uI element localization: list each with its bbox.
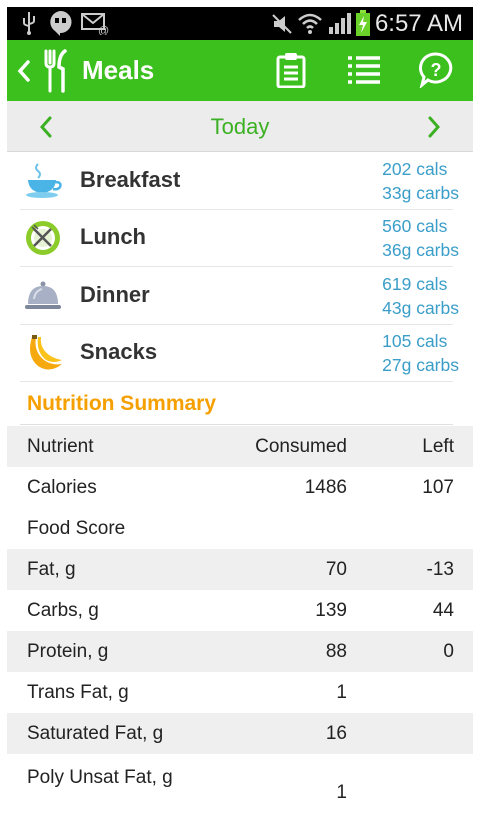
nutrient-name: Poly Unsat Fat, g (27, 767, 173, 788)
nutrient-name: Fat, g (27, 559, 76, 580)
nutrient-left: -13 (426, 559, 454, 580)
cloche-icon (25, 281, 61, 309)
nutrient-left: 0 (443, 641, 454, 662)
table-row: Trans Fat, g 1 (7, 672, 473, 713)
svg-text:?: ? (431, 60, 442, 80)
meal-name: Lunch (80, 224, 146, 249)
divider (20, 424, 453, 425)
meal-carbs: 33g carbs (382, 183, 459, 203)
table-row: Fat, g 70 -13 (7, 549, 473, 590)
date-navigation: Today (7, 101, 473, 152)
table-row: Food Score (7, 508, 473, 549)
status-time: 6:57 AM (374, 10, 463, 37)
meal-totals: 202 cals 33g carbs (382, 157, 459, 205)
clipboard-icon[interactable] (275, 52, 307, 88)
meal-row-dinner[interactable]: Dinner 619 cals 43g carbs (20, 267, 459, 325)
plate-utensils-icon (26, 221, 60, 255)
table-header: Nutrient Consumed Left (7, 426, 473, 467)
meal-name: Snacks (80, 339, 158, 364)
page-title: Meals (82, 55, 155, 85)
battery-charging-icon (356, 10, 370, 36)
meal-calories: 105 cals (382, 331, 448, 351)
list-icon[interactable] (347, 55, 381, 85)
meal-carbs: 43g carbs (382, 298, 459, 318)
meal-carbs: 27g carbs (382, 355, 459, 375)
nutrient-consumed: 88 (325, 641, 347, 662)
usb-icon (23, 12, 35, 35)
table-row: Carbs, g 139 44 (7, 590, 473, 631)
nutrient-name: Carbs, g (27, 600, 99, 621)
nutrient-left: 107 (422, 477, 454, 498)
meal-row-lunch[interactable]: Lunch 560 cals 36g carbs (20, 209, 459, 267)
nutrient-consumed: 70 (325, 559, 347, 580)
nutrient-consumed: 1486 (304, 477, 347, 498)
status-bar: @ 6:57 AM (7, 7, 473, 40)
meal-totals: 105 cals 27g carbs (382, 329, 459, 377)
nutrient-name: Trans Fat, g (27, 682, 129, 703)
table-row: Calories 1486 107 (7, 467, 473, 508)
nutrition-summary-title: Nutrition Summary (27, 392, 217, 415)
nutrient-consumed: 139 (315, 600, 347, 621)
meal-name: Breakfast (80, 167, 181, 192)
nutrient-left: 44 (432, 600, 454, 621)
meal-row-breakfast[interactable]: Breakfast 202 cals 33g carbs (20, 152, 459, 210)
back-icon[interactable] (15, 59, 33, 83)
nutrient-name: Saturated Fat, g (27, 723, 164, 744)
banana-icon (30, 335, 62, 370)
meal-totals: 619 cals 43g carbs (382, 272, 459, 320)
meal-row-snacks[interactable]: Snacks 105 cals 27g carbs (20, 324, 459, 382)
meal-totals: 560 cals 36g carbs (382, 214, 459, 262)
meal-calories: 202 cals (382, 159, 448, 179)
meal-calories: 560 cals (382, 216, 448, 236)
nutrient-consumed: 1 (336, 682, 347, 703)
next-day-icon[interactable] (425, 115, 443, 139)
table-row: Poly Unsat Fat, g 1 (7, 754, 473, 828)
app-bar: Meals ? (7, 40, 473, 101)
table-row: Saturated Fat, g 16 (7, 713, 473, 754)
header-left: Left (422, 436, 454, 457)
svg-text:@: @ (98, 25, 109, 35)
wifi-icon (298, 13, 322, 34)
nutrient-consumed: 1 (336, 782, 347, 803)
mail-icon: @ (81, 13, 109, 35)
header-nutrient: Nutrient (27, 436, 94, 457)
meal-calories: 619 cals (382, 274, 448, 294)
table-row: Protein, g 88 0 (7, 631, 473, 672)
help-icon[interactable]: ? (418, 52, 454, 88)
meal-name: Dinner (80, 282, 150, 307)
meal-carbs: 36g carbs (382, 240, 459, 260)
fork-knife-icon (44, 49, 67, 93)
hangouts-icon (50, 11, 72, 36)
signal-icon (329, 13, 351, 34)
date-label: Today (210, 114, 270, 139)
nutrient-name: Food Score (27, 518, 126, 539)
nutrition-table: Nutrient Consumed Left Calories 1486 107… (7, 426, 473, 828)
mute-icon (272, 14, 292, 34)
header-consumed: Consumed (255, 436, 347, 457)
nutrient-name: Protein, g (27, 641, 109, 662)
nutrient-consumed: 16 (325, 723, 347, 744)
nutrient-name: Calories (27, 477, 97, 498)
cup-icon (26, 163, 62, 198)
